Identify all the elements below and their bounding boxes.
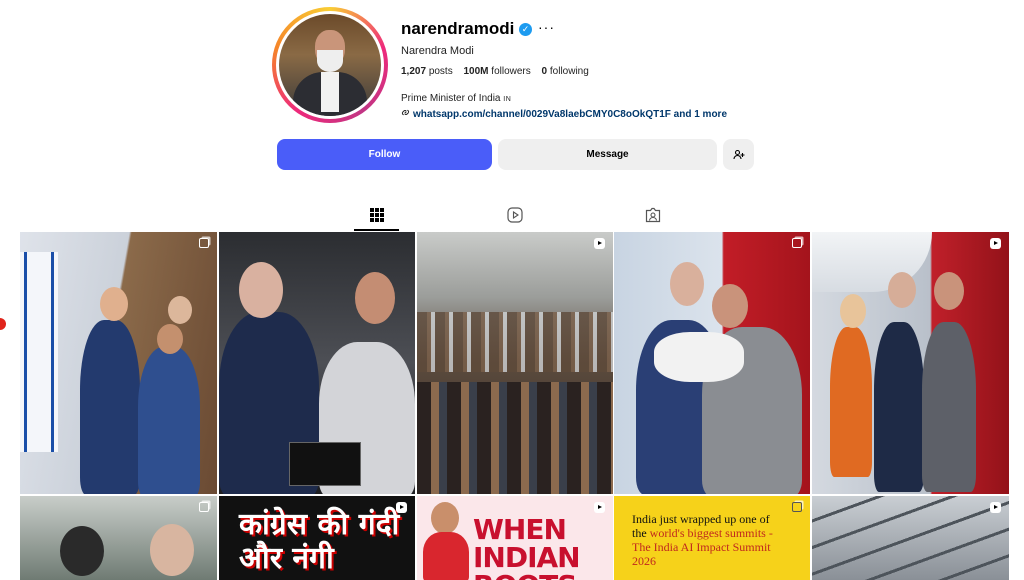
notification-dot bbox=[0, 318, 6, 330]
post-tile[interactable]: कांग्रेस की गंदी और नंगी bbox=[219, 496, 415, 580]
post-tile[interactable] bbox=[20, 232, 217, 494]
following-count[interactable]: 0 bbox=[542, 66, 548, 77]
posts-label: posts bbox=[428, 66, 453, 77]
followers-label[interactable]: followers bbox=[491, 66, 530, 77]
post-tile[interactable] bbox=[219, 232, 415, 494]
tab-posts[interactable] bbox=[368, 206, 386, 224]
profile-avatar-story-ring[interactable] bbox=[272, 7, 388, 123]
tab-reels[interactable] bbox=[506, 206, 524, 224]
link-icon bbox=[401, 108, 410, 120]
carousel-icon bbox=[792, 238, 802, 248]
post-tile[interactable] bbox=[417, 232, 613, 494]
avatar bbox=[279, 14, 381, 116]
post-tile[interactable] bbox=[614, 232, 810, 494]
reel-icon bbox=[990, 238, 1001, 249]
profile-username: narendramodi bbox=[401, 19, 515, 38]
post-tile[interactable] bbox=[20, 496, 217, 580]
post-tile[interactable] bbox=[812, 496, 1009, 580]
bio-text: Prime Minister of India bbox=[401, 93, 501, 104]
bio-country-tag: IN bbox=[503, 96, 512, 103]
tagged-icon bbox=[645, 207, 661, 223]
add-person-button[interactable] bbox=[723, 139, 754, 170]
profile-bio: Prime Minister of India IN bbox=[401, 93, 511, 104]
active-tab-indicator bbox=[354, 229, 399, 231]
post-overlay-text: India just wrapped up one of the world's… bbox=[632, 512, 773, 568]
verified-badge-icon: ✓ bbox=[519, 23, 532, 36]
profile-full-name: Narendra Modi bbox=[401, 45, 474, 57]
post-overlay-text: कांग्रेस की गंदी और नंगी bbox=[239, 507, 400, 576]
following-label[interactable]: following bbox=[550, 66, 589, 77]
reel-icon bbox=[594, 502, 605, 513]
reel-icon bbox=[990, 502, 1001, 513]
profile-link[interactable]: whatsapp.com/channel/0029Va8laebCMY0C8oO… bbox=[401, 108, 727, 120]
more-options-icon[interactable]: ··· bbox=[538, 19, 555, 35]
followers-count[interactable]: 100M bbox=[464, 66, 489, 77]
post-overlay-text: WHEN INDIAN ROOTS bbox=[473, 513, 581, 580]
reel-icon bbox=[396, 502, 407, 513]
carousel-icon bbox=[792, 502, 802, 512]
posts-count: 1,207 bbox=[401, 66, 427, 77]
post-tile[interactable]: WHEN INDIAN ROOTS bbox=[417, 496, 613, 580]
follow-button[interactable]: Follow bbox=[277, 139, 492, 170]
tab-tagged[interactable] bbox=[644, 206, 662, 224]
reels-icon bbox=[507, 207, 523, 223]
profile-link-text[interactable]: whatsapp.com/channel/0029Va8laebCMY0C8oO… bbox=[413, 109, 727, 120]
post-tile[interactable]: India just wrapped up one of the world's… bbox=[614, 496, 810, 580]
message-button[interactable]: Message bbox=[498, 139, 717, 170]
carousel-icon bbox=[199, 238, 209, 248]
add-person-icon bbox=[732, 149, 744, 159]
post-tile[interactable] bbox=[812, 232, 1009, 494]
reel-icon bbox=[594, 238, 605, 249]
carousel-icon bbox=[199, 502, 209, 512]
grid-icon bbox=[370, 208, 384, 222]
profile-stats: 1,207 posts 100M followers 0 following bbox=[401, 66, 589, 77]
